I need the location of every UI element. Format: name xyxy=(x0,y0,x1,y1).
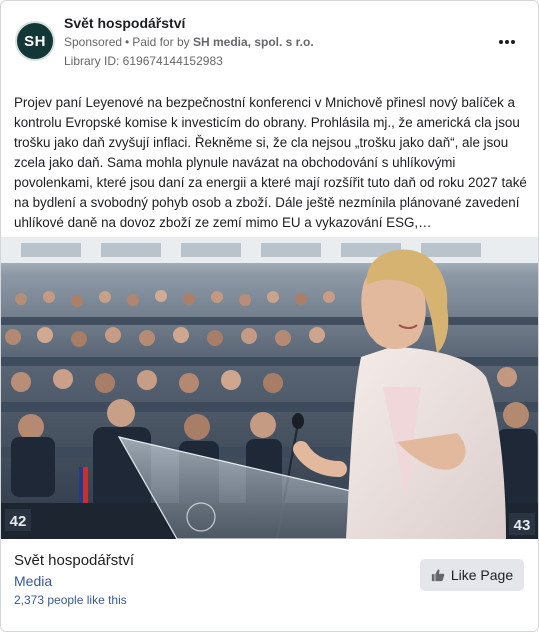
seat-number-right: 43 xyxy=(514,517,531,534)
like-page-label: Like Page xyxy=(450,567,514,583)
sponsored-label: Sponsored xyxy=(64,35,123,49)
paid-for-prefix: Paid for by xyxy=(132,35,190,49)
post-header: SH Svět hospodářství Sponsored • Paid for … xyxy=(1,1,538,81)
footer-page-name[interactable]: Svět hospodářství xyxy=(14,552,134,569)
seat-number-left: 42 xyxy=(10,513,27,530)
more-options-icon[interactable] xyxy=(494,29,520,55)
page-name-link[interactable]: Svět hospodářství xyxy=(64,15,185,31)
footer-category[interactable]: Media xyxy=(14,573,52,589)
like-page-button[interactable]: Like Page xyxy=(420,559,524,591)
payer-name: SH media, spol. s r.o. xyxy=(192,35,314,49)
avatar-initials: SH xyxy=(24,32,46,50)
ad-card: SH Svět hospodářství Sponsored • Paid for … xyxy=(0,0,539,632)
page-avatar[interactable]: SH xyxy=(15,21,55,61)
library-id: Library ID: 619674144152983 xyxy=(64,54,223,68)
thumbs-up-icon xyxy=(431,569,445,582)
post-image[interactable]: 42 43 xyxy=(1,237,538,539)
post-body-text: Projev paní Leyenové na bezpečnostní kon… xyxy=(14,95,527,230)
sponsor-line: Sponsored • Paid for by SH media, spol. s … xyxy=(64,35,314,49)
footer-like-count[interactable]: 2,373 people like this xyxy=(14,593,127,607)
post-footer: Svět hospodářství Media 2,373 people lik… xyxy=(1,539,538,631)
parliament-photo: 42 43 xyxy=(1,237,538,539)
separator-dot: • xyxy=(125,35,130,49)
